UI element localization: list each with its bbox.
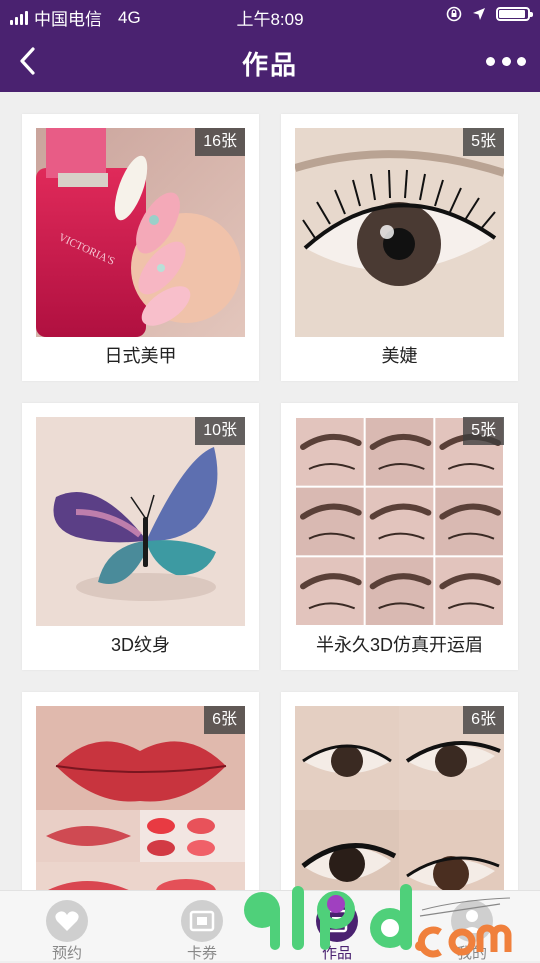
heart-icon [46, 900, 88, 942]
tab-works[interactable]: 作品 [287, 891, 387, 962]
works-icon [316, 900, 358, 942]
tab-booking[interactable]: 预约 [17, 891, 117, 962]
eyelash-photo [295, 128, 504, 337]
work-thumbnail: 10张 [36, 417, 245, 626]
more-dots-icon [486, 56, 495, 66]
photo-count-badge: 5张 [463, 417, 504, 445]
user-icon [451, 900, 493, 942]
photo-count-badge: 6张 [463, 706, 504, 734]
bottom-tab-bar: 预约 卡券 作品 我的 [0, 890, 540, 962]
nail-art-photo: VICTORIA'S [36, 128, 245, 337]
battery-icon [496, 7, 533, 21]
work-title: 半永久3D仿真开运眉 [315, 635, 483, 655]
work-thumbnail: VICTORIA'S 16张 [36, 128, 245, 337]
photo-count-badge: 16张 [195, 128, 245, 156]
work-card-eyebrow[interactable]: 5张 半永久3D仿真开运眉 [281, 403, 518, 670]
status-bar: 中国电信 4G 上午8:09 [0, 0, 540, 30]
eyebrow-tile [435, 487, 503, 556]
rotation-lock-icon [446, 6, 462, 22]
works-grid: VICTORIA'S 16张 日式美甲 5张 美婕 10张 3D纹身 5张 半永… [0, 92, 540, 890]
eyebrow-tile [296, 487, 364, 556]
tab-coupons[interactable]: 卡券 [152, 891, 252, 962]
location-arrow-icon [473, 8, 485, 20]
work-thumbnail: 6张 [295, 706, 504, 890]
nav-bar: 作品 [0, 30, 540, 92]
eyebrow-tile [365, 557, 434, 625]
more-button[interactable] [486, 50, 526, 72]
photo-count-badge: 6张 [204, 706, 245, 734]
work-card-tattoo[interactable]: 10张 3D纹身 [22, 403, 259, 670]
battery-level [499, 10, 525, 18]
work-thumbnail: 5张 [295, 417, 504, 626]
work-thumbnail: 5张 [295, 128, 504, 337]
work-title: 美婕 [381, 346, 418, 366]
eyebrow-grid-photo [295, 417, 504, 626]
ticket-icon [181, 900, 223, 942]
work-card-lips[interactable]: 6张 [22, 692, 259, 890]
work-thumbnail: 6张 [36, 706, 245, 890]
work-title: 日式美甲 [104, 346, 177, 366]
photo-count-badge: 5张 [463, 128, 504, 156]
work-title: 3D纹身 [110, 635, 170, 655]
status-right [446, 6, 533, 22]
work-card-nail[interactable]: VICTORIA'S 16张 日式美甲 [22, 114, 259, 381]
eyebrow-tile [296, 557, 364, 625]
photo-count-badge: 10张 [195, 417, 245, 445]
eyebrow-tile [365, 418, 434, 486]
eyebrow-tile [435, 557, 503, 625]
work-card-eyelash[interactable]: 5张 美婕 [281, 114, 518, 381]
work-card-eyeliner[interactable]: 6张 [281, 692, 518, 890]
tab-profile[interactable]: 我的 [422, 891, 522, 962]
eyebrow-tile [365, 487, 434, 556]
eyebrow-tile [296, 418, 364, 486]
butterfly-tattoo-photo [36, 417, 245, 626]
page-title: 作品 [241, 50, 298, 80]
